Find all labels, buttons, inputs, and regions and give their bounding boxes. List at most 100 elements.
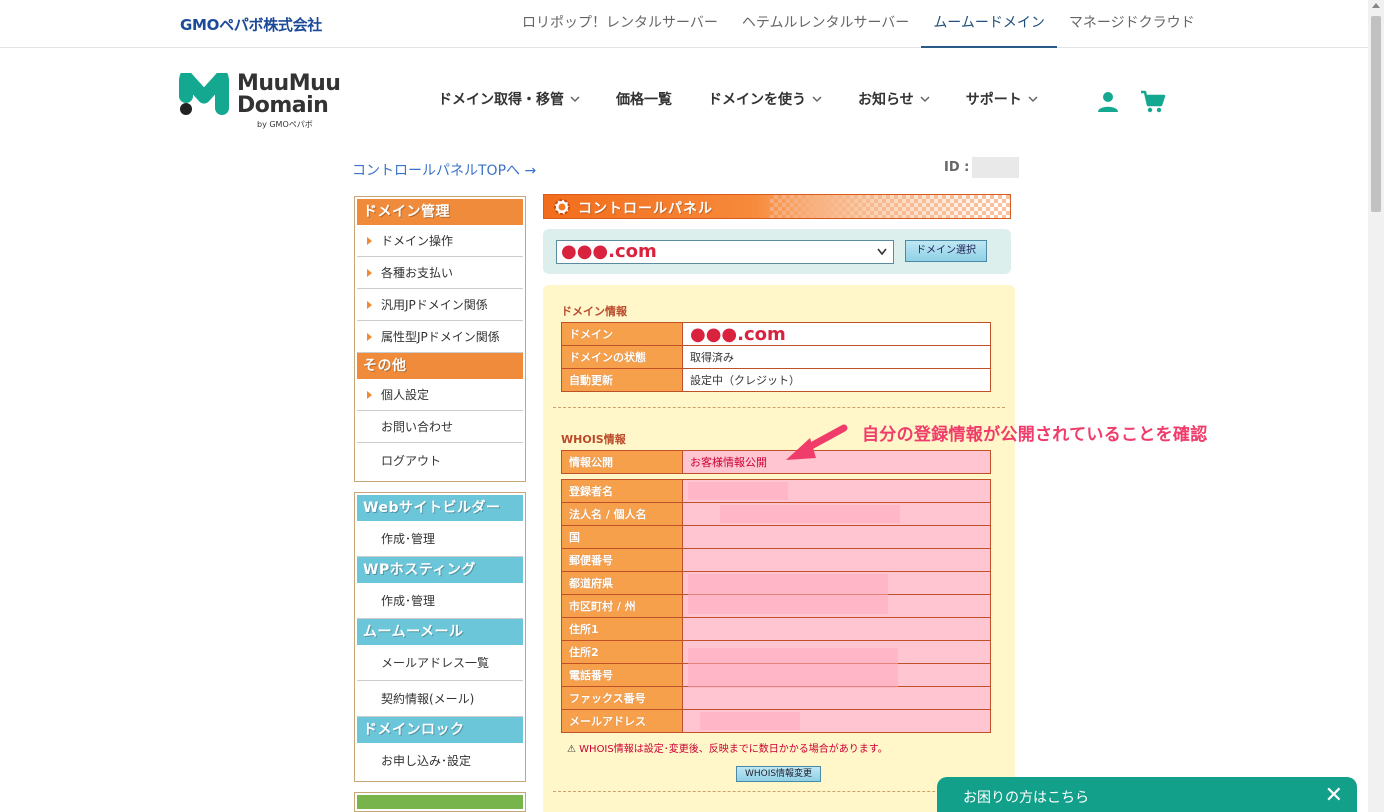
control-panel-top-link[interactable]: コントロールパネルTOPへ → xyxy=(352,160,536,180)
domain-select-value: ●●●.com xyxy=(561,241,657,262)
sidebar-box-domain: ドメイン管理 ドメイン操作 各種お支払い 汎用JPドメイン関係 属性型JPドメイ… xyxy=(354,196,526,482)
table-row: 住所1 xyxy=(561,617,991,641)
mosaic-mask xyxy=(720,505,900,523)
sidebar-header-domain-lock: ドメインロック xyxy=(357,717,523,743)
divider xyxy=(553,407,1005,408)
top-nav: ロリポップ！レンタルサーバー ヘテムルレンタルサーバー ムームードメイン マネー… xyxy=(510,0,1207,48)
user-icon[interactable] xyxy=(1096,90,1120,114)
sidebar-box-partial xyxy=(354,792,526,812)
table-row: ファックス番号 xyxy=(561,686,991,710)
sidebar-item-attribute-jp[interactable]: 属性型JPドメイン関係 xyxy=(357,321,523,353)
whois-edit-button[interactable]: WHOIS情報変更 xyxy=(736,766,821,782)
whois-field-key: 登録者名 xyxy=(561,479,683,503)
sidebar-header-partial xyxy=(357,795,523,809)
sidebar-header-web-builder: Webサイトビルダー xyxy=(357,495,523,521)
table-row: 国 xyxy=(561,525,991,549)
id-label: ID : xyxy=(944,160,970,175)
sidebar-item-web-builder-manage[interactable]: 作成･管理 xyxy=(357,521,523,557)
auto-renew-key: 自動更新 xyxy=(561,368,683,392)
table-row: ドメインの状態 取得済み xyxy=(561,345,991,369)
sidebar-item-wp-hosting-manage[interactable]: 作成･管理 xyxy=(357,583,523,619)
domain-select-button[interactable]: ドメイン選択 xyxy=(905,240,987,262)
chevron-down-icon xyxy=(570,96,580,103)
whois-field-key: ファックス番号 xyxy=(561,686,683,710)
whois-field-key: メールアドレス xyxy=(561,709,683,733)
top-nav-lolipop[interactable]: ロリポップ！レンタルサーバー xyxy=(510,0,730,48)
scroll-up-arrow-icon[interactable] xyxy=(1372,3,1380,8)
whois-field-value-masked xyxy=(682,548,991,572)
top-nav-managed-cloud[interactable]: マネージドクラウド xyxy=(1057,0,1207,48)
sidebar-item-payments[interactable]: 各種お支払い xyxy=(357,257,523,289)
muumuu-domain-logo[interactable]: MuuMuu Domain by GMOペパボ xyxy=(179,73,344,129)
control-panel-title: コントロールパネル xyxy=(578,201,713,217)
main-header: MuuMuu Domain by GMOペパボ ドメイン取得・移管 価格一覧 ド… xyxy=(0,49,1368,149)
close-icon[interactable]: ✕ xyxy=(1325,783,1343,808)
annotation-arrow-icon xyxy=(786,424,848,460)
chevron-down-icon xyxy=(1028,96,1038,103)
help-tab[interactable]: お困りの方はこちら ✕ xyxy=(937,777,1357,812)
sidebar-header-muumuu-mail: ムームーメール xyxy=(357,619,523,645)
sidebar-item-general-jp[interactable]: 汎用JPドメイン関係 xyxy=(357,289,523,321)
sidebar-item-contact[interactable]: お問い合わせ xyxy=(357,411,523,443)
sidebar: ドメイン管理 ドメイン操作 各種お支払い 汎用JPドメイン関係 属性型JPドメイ… xyxy=(354,196,526,812)
gmo-pepabo-logo[interactable]: GMOペパボ株式会社 xyxy=(180,14,322,35)
top-nav-muumuu[interactable]: ムームードメイン xyxy=(921,0,1057,48)
scroll-thumb[interactable] xyxy=(1371,16,1381,212)
nav-news[interactable]: お知らせ xyxy=(858,89,930,109)
sidebar-item-domain-operation[interactable]: ドメイン操作 xyxy=(357,225,523,257)
domain-status-value: 取得済み xyxy=(682,345,991,369)
table-row: 自動更新 設定中（クレジット） xyxy=(561,368,991,392)
whois-field-value-masked xyxy=(682,525,991,549)
whois-public-table: 情報公開 お客様情報公開 xyxy=(561,450,991,474)
domain-select[interactable]: ●●●.com xyxy=(556,240,894,264)
nav-price-list[interactable]: 価格一覧 xyxy=(616,89,672,109)
whois-field-key: 市区町村 / 州 xyxy=(561,594,683,618)
logo-text: MuuMuu Domain xyxy=(237,71,341,118)
main-nav: ドメイン取得・移管 価格一覧 ドメインを使う お知らせ サポート xyxy=(438,89,1074,109)
sidebar-item-mail-address-list[interactable]: メールアドレス一覧 xyxy=(357,645,523,681)
mosaic-mask xyxy=(688,574,888,614)
sidebar-header-other: その他 xyxy=(357,353,523,379)
table-row: ドメイン ●●●.com xyxy=(561,322,991,346)
sidebar-header-wp-hosting: WPホスティング xyxy=(357,557,523,583)
auto-renew-value: 設定中（クレジット） xyxy=(682,368,991,392)
domain-key: ドメイン xyxy=(561,322,683,346)
whois-field-key: 国 xyxy=(561,525,683,549)
whois-public-key: 情報公開 xyxy=(561,450,683,474)
whois-field-key: 住所1 xyxy=(561,617,683,641)
nav-support[interactable]: サポート xyxy=(966,89,1038,109)
sidebar-box-services: Webサイトビルダー 作成･管理 WPホスティング 作成･管理 ムームーメール … xyxy=(354,492,526,782)
cart-icon[interactable] xyxy=(1140,90,1166,114)
whois-field-key: 電話番号 xyxy=(561,663,683,687)
help-tab-label: お困りの方はこちら xyxy=(963,790,1089,806)
nav-domain-acquire[interactable]: ドメイン取得・移管 xyxy=(438,89,580,109)
top-nav-heteml[interactable]: ヘテムルレンタルサーバー xyxy=(730,0,921,48)
whois-field-key: 都道府県 xyxy=(561,571,683,595)
chevron-down-icon xyxy=(877,248,887,256)
whois-field-key: 住所2 xyxy=(561,640,683,664)
sidebar-item-mail-contract[interactable]: 契約情報(メール) xyxy=(357,681,523,717)
scrollbar[interactable] xyxy=(1368,0,1384,812)
domain-status-key: ドメインの状態 xyxy=(561,345,683,369)
sidebar-item-domain-lock-apply[interactable]: お申し込み･設定 xyxy=(357,743,523,779)
nav-use-domain[interactable]: ドメインを使う xyxy=(708,89,822,109)
muumuu-mark-icon xyxy=(179,73,229,115)
logo-by: by GMOペパボ xyxy=(257,120,313,129)
sidebar-item-personal-settings[interactable]: 個人設定 xyxy=(357,379,523,411)
whois-field-key: 郵便番号 xyxy=(561,548,683,572)
annotation-text: 自分の登録情報が公開されていることを確認 xyxy=(862,425,1208,445)
info-area: ドメイン情報 ドメイン ●●●.com ドメインの状態 取得済み 自動更新 設定… xyxy=(543,285,1015,812)
table-row: 郵便番号 xyxy=(561,548,991,572)
mosaic-mask xyxy=(688,648,898,688)
whois-field-key: 法人名 / 個人名 xyxy=(561,502,683,526)
sidebar-header-domain-management: ドメイン管理 xyxy=(357,199,523,225)
whois-field-value-masked xyxy=(682,686,991,710)
domain-value: ●●●.com xyxy=(682,322,991,346)
mosaic-mask xyxy=(688,482,788,500)
sidebar-item-logout[interactable]: ログアウト xyxy=(357,443,523,479)
mosaic-mask xyxy=(700,712,800,730)
table-row: 情報公開 お客様情報公開 xyxy=(561,450,991,474)
top-bar: GMOペパボ株式会社 ロリポップ！レンタルサーバー ヘテムルレンタルサーバー ム… xyxy=(0,0,1368,48)
header-pattern xyxy=(770,195,1010,218)
domain-info-table: ドメイン ●●●.com ドメインの状態 取得済み 自動更新 設定中（クレジット… xyxy=(561,322,991,392)
